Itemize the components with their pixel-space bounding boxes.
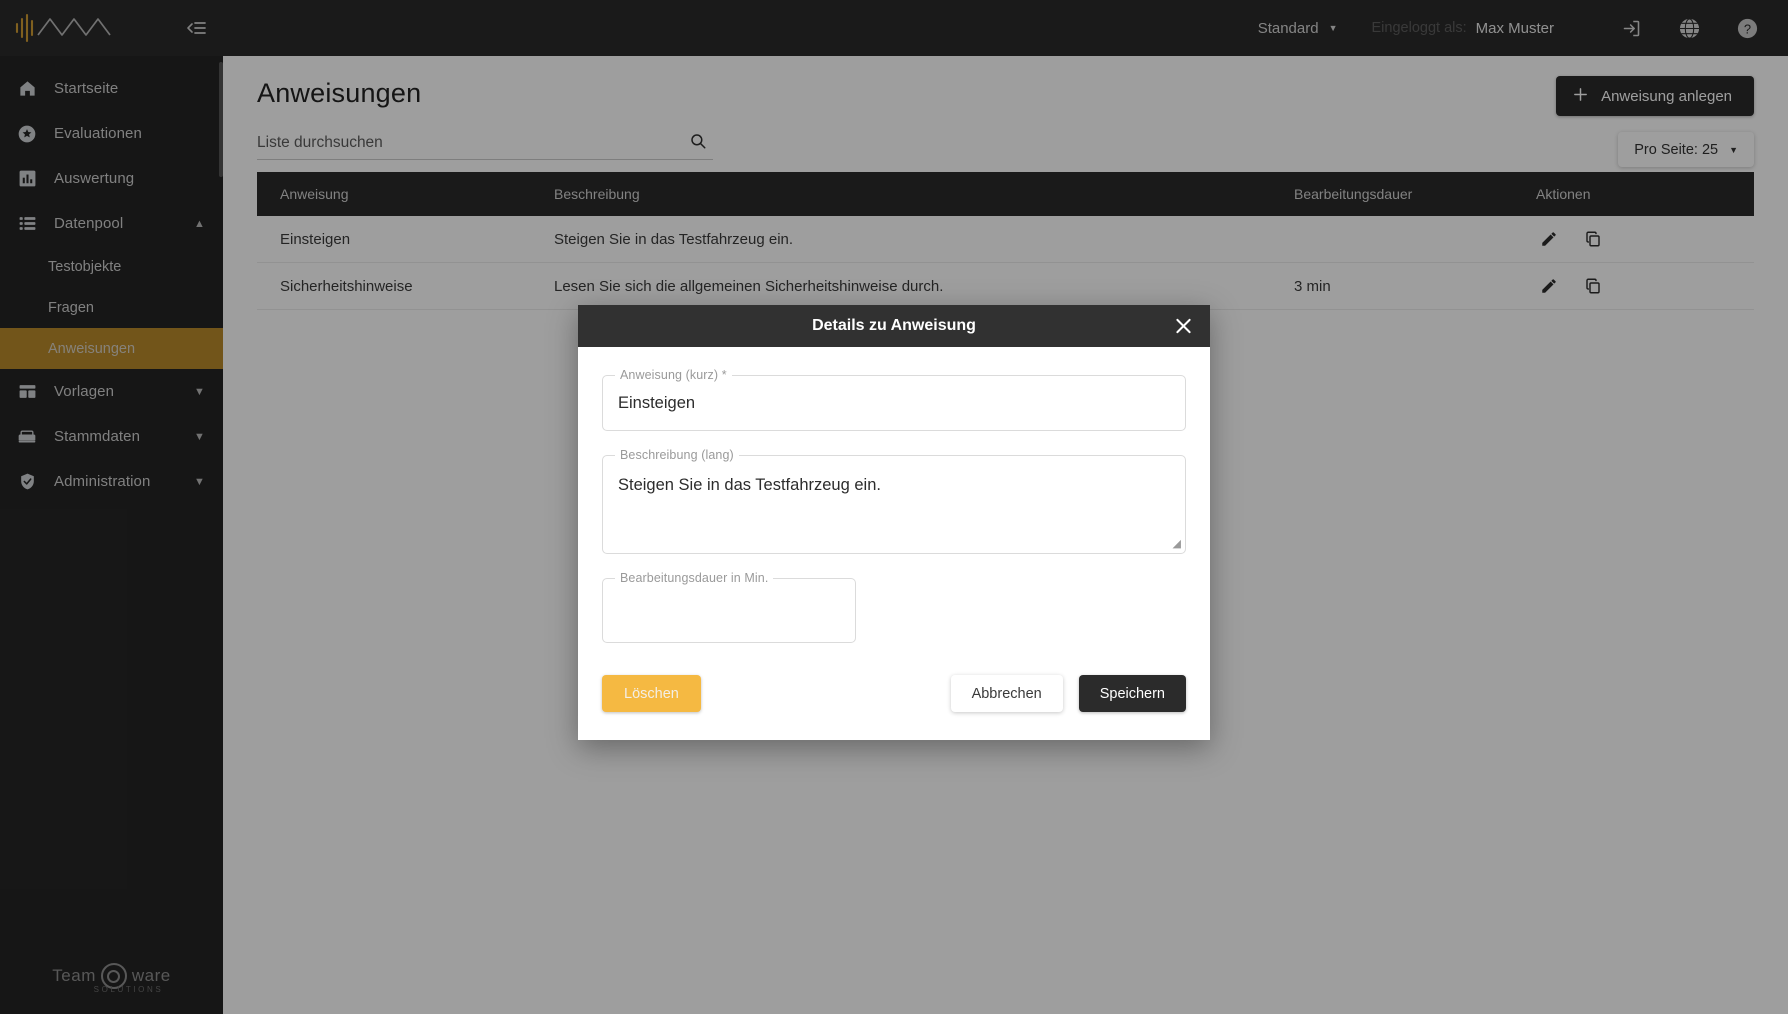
dialog-footer: Löschen Abbrechen Speichern [578, 667, 1210, 740]
save-button[interactable]: Speichern [1078, 675, 1186, 712]
app-root: Startseite Evaluationen Auswertung Daten… [0, 0, 1788, 1014]
dialog-body: Anweisung (kurz) * Beschreibung (lang) ◢… [578, 347, 1210, 643]
anweisung-details-dialog: Details zu Anweisung Anweisung (kurz) * … [578, 305, 1210, 740]
field-anweisung-kurz: Anweisung (kurz) * [602, 368, 1186, 431]
field-label-bearbeitungsdauer: Bearbeitungsdauer in Min. [615, 571, 774, 585]
field-label-beschreibung-lang: Beschreibung (lang) [615, 448, 739, 462]
anweisung-kurz-input[interactable] [603, 376, 1185, 430]
field-label-anweisung-kurz: Anweisung (kurz) * [615, 368, 732, 382]
beschreibung-lang-textarea[interactable] [603, 456, 1185, 548]
dialog-header: Details zu Anweisung [578, 305, 1210, 347]
bearbeitungsdauer-input[interactable] [603, 579, 855, 642]
dialog-title: Details zu Anweisung [812, 317, 976, 334]
field-bearbeitungsdauer: Bearbeitungsdauer in Min. [602, 571, 856, 643]
delete-button[interactable]: Löschen [602, 675, 701, 712]
close-icon[interactable] [1173, 316, 1194, 337]
cancel-button[interactable]: Abbrechen [950, 675, 1063, 712]
field-beschreibung-lang: Beschreibung (lang) ◢ [602, 448, 1186, 554]
